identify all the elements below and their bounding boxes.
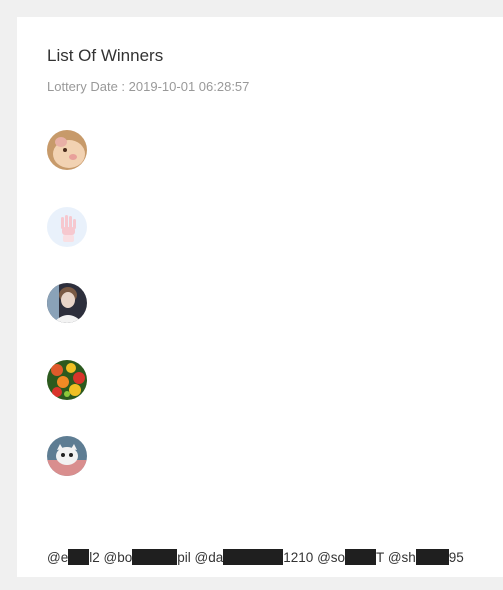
avatar-person[interactable] bbox=[47, 283, 87, 323]
cat-photo-icon bbox=[47, 436, 87, 476]
avatar-hamster[interactable] bbox=[47, 130, 87, 170]
winner-handle[interactable]: @so T bbox=[317, 549, 384, 565]
lottery-date: Lottery Date : 2019-10-01 06:28:57 bbox=[47, 79, 249, 94]
person-photo-icon bbox=[47, 283, 87, 323]
winner-handle[interactable]: @da 1210 bbox=[195, 549, 313, 565]
fruit-photo-icon bbox=[47, 359, 87, 400]
redaction-block bbox=[223, 549, 284, 565]
winners-card: List Of Winners Lottery Date : 2019-10-0… bbox=[17, 17, 503, 577]
redaction-block bbox=[415, 549, 449, 565]
winner-handle[interactable]: @e l2 bbox=[47, 549, 100, 565]
avatar-list bbox=[47, 130, 87, 513]
redaction-block bbox=[132, 549, 178, 565]
winners-list: @e l2 @bo pil @da 1210 @so T @sh 95 bbox=[47, 549, 464, 567]
winner-handle[interactable]: @sh 95 bbox=[388, 549, 464, 565]
avatar-cat[interactable] bbox=[47, 436, 87, 476]
hand-photo-icon bbox=[47, 206, 87, 247]
winner-handle[interactable]: @bo pil bbox=[104, 549, 191, 565]
hamster-photo-icon bbox=[47, 130, 87, 170]
avatar-hand[interactable] bbox=[47, 206, 87, 247]
page-title: List Of Winners bbox=[47, 46, 164, 65]
lottery-date-label: Lottery Date : bbox=[47, 79, 126, 94]
avatar-fruit[interactable] bbox=[47, 359, 87, 400]
redaction-block bbox=[68, 549, 90, 565]
redaction-block bbox=[345, 549, 377, 565]
lottery-date-value: 2019-10-01 06:28:57 bbox=[128, 79, 250, 94]
